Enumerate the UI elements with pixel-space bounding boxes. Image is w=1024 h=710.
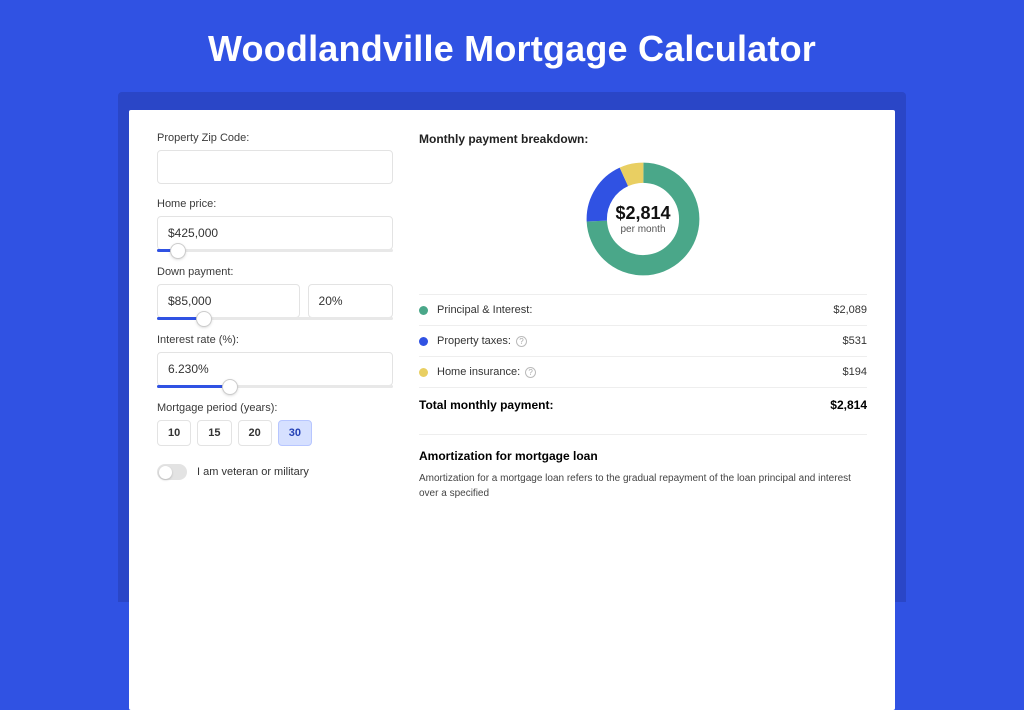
donut-chart: $2,814 per month xyxy=(582,158,704,280)
legend-label: Home insurance: ? xyxy=(437,366,843,378)
donut-chart-wrap: $2,814 per month xyxy=(419,154,867,294)
rate-slider[interactable] xyxy=(157,385,393,388)
period-option-30[interactable]: 30 xyxy=(278,420,312,446)
zip-group: Property Zip Code: xyxy=(157,132,393,184)
rate-group: Interest rate (%): xyxy=(157,334,393,388)
period-label: Mortgage period (years): xyxy=(157,402,393,414)
page-title: Woodlandville Mortgage Calculator xyxy=(0,0,1024,92)
down-payment-group: Down payment: xyxy=(157,266,393,320)
breakdown-title: Monthly payment breakdown: xyxy=(419,132,867,146)
card-shadow: Property Zip Code: Home price: Down paym… xyxy=(118,92,906,602)
legend-row-insurance: Home insurance: ? $194 xyxy=(419,357,867,388)
rate-input[interactable] xyxy=(157,352,393,386)
slider-fill xyxy=(157,385,230,388)
rate-label: Interest rate (%): xyxy=(157,334,393,346)
legend-row-taxes: Property taxes: ? $531 xyxy=(419,326,867,357)
slider-thumb[interactable] xyxy=(197,312,211,326)
legend-value: $531 xyxy=(843,335,867,347)
help-icon[interactable]: ? xyxy=(516,336,527,347)
down-payment-label: Down payment: xyxy=(157,266,393,278)
period-option-15[interactable]: 15 xyxy=(197,420,231,446)
legend-value: $2,089 xyxy=(833,304,867,316)
legend-label-text: Property taxes: xyxy=(437,335,511,347)
period-options: 10 15 20 30 xyxy=(157,420,393,446)
legend-dot-icon xyxy=(419,337,428,346)
legend: Principal & Interest: $2,089 Property ta… xyxy=(419,294,867,426)
legend-label-text: Principal & Interest: xyxy=(437,304,532,316)
help-icon[interactable]: ? xyxy=(525,367,536,378)
legend-label-text: Home insurance: xyxy=(437,366,520,378)
down-payment-slider[interactable] xyxy=(157,317,393,320)
legend-label: Principal & Interest: xyxy=(437,304,833,316)
donut-center: $2,814 per month xyxy=(582,158,704,280)
legend-total-row: Total monthly payment: $2,814 xyxy=(419,388,867,426)
home-price-input[interactable] xyxy=(157,216,393,250)
total-value: $2,814 xyxy=(830,398,867,412)
legend-label: Property taxes: ? xyxy=(437,335,843,347)
legend-dot-icon xyxy=(419,306,428,315)
zip-input[interactable] xyxy=(157,150,393,184)
slider-thumb[interactable] xyxy=(223,380,237,394)
legend-row-principal: Principal & Interest: $2,089 xyxy=(419,295,867,326)
breakdown-column: Monthly payment breakdown: $2,814 per mo… xyxy=(419,132,867,710)
home-price-label: Home price: xyxy=(157,198,393,210)
veteran-label: I am veteran or military xyxy=(197,466,309,478)
donut-center-value: $2,814 xyxy=(615,203,670,224)
legend-value: $194 xyxy=(843,366,867,378)
period-group: Mortgage period (years): 10 15 20 30 xyxy=(157,402,393,446)
home-price-slider[interactable] xyxy=(157,249,393,252)
veteran-row: I am veteran or military xyxy=(157,464,393,480)
slider-thumb[interactable] xyxy=(171,244,185,258)
zip-label: Property Zip Code: xyxy=(157,132,393,144)
amortization-text: Amortization for a mortgage loan refers … xyxy=(419,471,867,501)
donut-center-sub: per month xyxy=(620,224,665,235)
down-payment-pct-input[interactable] xyxy=(308,284,393,318)
home-price-group: Home price: xyxy=(157,198,393,252)
calculator-card: Property Zip Code: Home price: Down paym… xyxy=(129,110,895,710)
amortization-title: Amortization for mortgage loan xyxy=(419,434,867,463)
total-label: Total monthly payment: xyxy=(419,398,830,412)
period-option-20[interactable]: 20 xyxy=(238,420,272,446)
veteran-toggle[interactable] xyxy=(157,464,187,480)
down-payment-input[interactable] xyxy=(157,284,300,318)
inputs-column: Property Zip Code: Home price: Down paym… xyxy=(157,132,393,710)
period-option-10[interactable]: 10 xyxy=(157,420,191,446)
legend-dot-icon xyxy=(419,368,428,377)
